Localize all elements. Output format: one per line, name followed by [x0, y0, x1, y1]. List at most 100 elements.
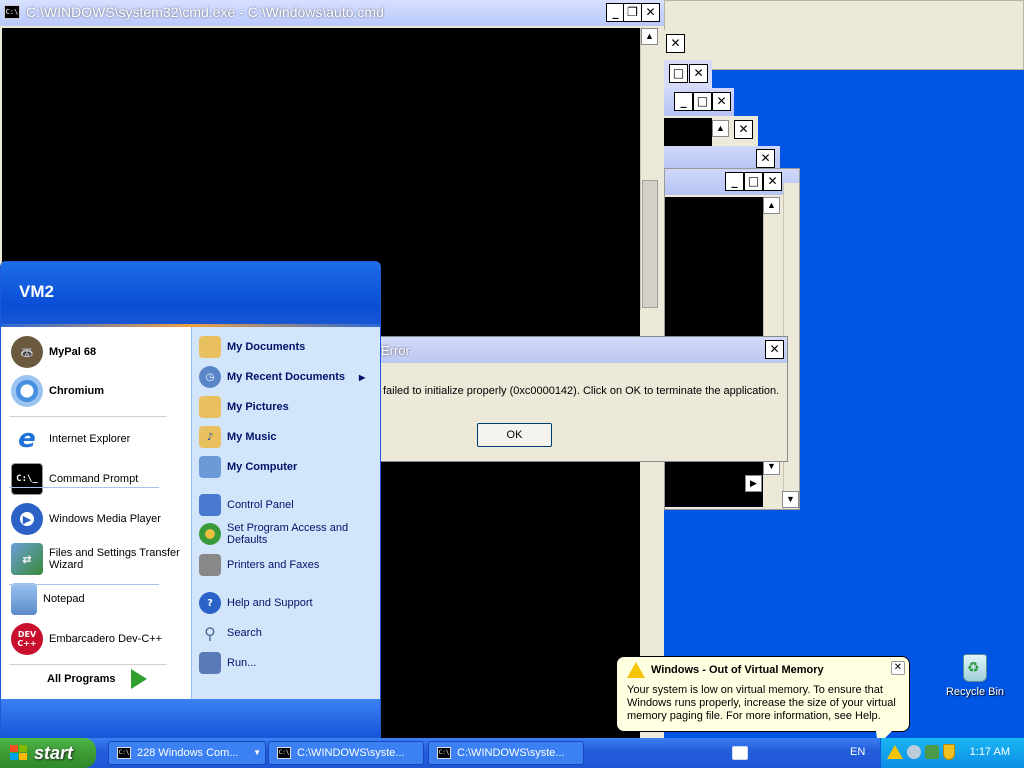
- menu-item-my-pictures[interactable]: My Pictures: [199, 396, 289, 418]
- scroll-up-icon[interactable]: ▲: [712, 120, 729, 137]
- background-window-panel: [664, 0, 1024, 70]
- taskbar: start C:\ 228 Windows Com... ▼ C:\ C:\WI…: [0, 738, 1024, 768]
- close-icon[interactable]: ✕: [641, 3, 660, 22]
- computer-icon: [199, 456, 221, 478]
- devcpp-icon: DEV C++: [11, 623, 43, 655]
- close-icon[interactable]: ✕: [734, 120, 753, 139]
- error-message: failed to initialize properly (0xc000014…: [383, 385, 780, 397]
- menu-item-recent-documents[interactable]: ◷ My Recent Documents ▶: [199, 366, 365, 388]
- clock[interactable]: 1:17 AM: [970, 746, 1010, 758]
- menu-item-devcpp[interactable]: DEV C++ Embarcadero Dev-C++: [11, 623, 162, 655]
- recycle-bin-icon: [963, 654, 987, 682]
- menu-item-search[interactable]: ⚲ Search: [199, 622, 262, 644]
- maximize-icon[interactable]: □: [669, 64, 688, 83]
- raccoon-icon: 🦝: [11, 336, 43, 368]
- warning-tray-icon[interactable]: [887, 745, 903, 759]
- menu-item-help[interactable]: ? Help and Support: [199, 592, 313, 614]
- transfer-icon: ⇄: [11, 543, 43, 575]
- scroll-right-icon[interactable]: ▶: [745, 475, 762, 492]
- error-title: Error: [381, 343, 410, 358]
- menu-item-my-documents[interactable]: My Documents: [199, 336, 305, 358]
- language-indicator[interactable]: EN: [850, 746, 865, 758]
- menu-item-run[interactable]: Run...: [199, 652, 256, 674]
- error-titlebar[interactable]: Error ✕: [379, 337, 787, 363]
- scroll-down-icon[interactable]: ▼: [782, 491, 799, 508]
- user-name: VM2: [19, 282, 54, 301]
- music-folder-icon: ♪: [199, 426, 221, 448]
- recent-docs-icon: ◷: [199, 366, 221, 388]
- all-programs-button[interactable]: All Programs: [47, 669, 148, 689]
- security-shield-icon[interactable]: [943, 744, 955, 760]
- cmd-icon: C:\_: [11, 463, 43, 495]
- menu-item-my-music[interactable]: ♪ My Music: [199, 426, 277, 448]
- ie-icon: e: [18, 424, 36, 454]
- balloon-notification[interactable]: Windows - Out of Virtual Memory ✕ Your s…: [616, 656, 910, 732]
- arrow-right-icon: [131, 669, 148, 689]
- audio-tray-icon[interactable]: [907, 745, 921, 759]
- cmd-titlebar[interactable]: C:\ C:\WINDOWS\system32\cmd.exe - C:\Win…: [0, 0, 664, 26]
- system-tray: 1:17 AM: [880, 738, 1024, 768]
- stacked-window-4[interactable]: ▲ ✕: [664, 116, 758, 148]
- close-icon[interactable]: ✕: [891, 661, 905, 675]
- search-icon: ⚲: [204, 623, 216, 643]
- taskbar-group-button[interactable]: C:\ 228 Windows Com... ▼: [108, 741, 266, 765]
- cmd-icon: C:\: [117, 747, 131, 759]
- warning-icon: [627, 662, 645, 678]
- show-desktop-icon[interactable]: [732, 746, 748, 760]
- menu-item-command-prompt[interactable]: C:\_ Command Prompt: [11, 463, 138, 495]
- close-icon[interactable]: ✕: [712, 92, 731, 111]
- chromium-icon: [11, 375, 43, 407]
- menu-item-transfer-wizard[interactable]: ⇄ Files and Settings Transfer Wizard: [11, 543, 183, 575]
- menu-item-printers[interactable]: Printers and Faxes: [199, 554, 319, 576]
- taskbar-window-button[interactable]: C:\ C:\WINDOWS\syste...: [428, 741, 584, 765]
- network-tray-icon[interactable]: [925, 745, 939, 759]
- submenu-arrow-icon: ▶: [358, 372, 366, 382]
- ok-button[interactable]: OK: [477, 423, 552, 447]
- menu-item-my-computer[interactable]: My Computer: [199, 456, 297, 478]
- windows-logo-icon: [10, 745, 27, 760]
- cmd-window-title: C:\WINDOWS\system32\cmd.exe - C:\Windows…: [26, 4, 384, 20]
- menu-item-internet-explorer[interactable]: e Internet Explorer: [11, 423, 130, 455]
- notepad-icon: [11, 583, 37, 615]
- cmd-icon: C:\: [437, 747, 451, 759]
- start-menu-footer: [1, 699, 380, 737]
- maximize-icon[interactable]: □: [693, 92, 712, 111]
- close-icon[interactable]: ✕: [689, 64, 708, 83]
- folder-icon: [199, 336, 221, 358]
- close-icon[interactable]: ✕: [765, 340, 784, 359]
- menu-item-program-access[interactable]: Set Program Access and Defaults: [199, 522, 357, 546]
- minimize-icon[interactable]: _: [674, 92, 693, 111]
- minimize-icon[interactable]: _: [725, 172, 744, 191]
- cmd-icon: C:\: [4, 5, 20, 19]
- close-icon[interactable]: ✕: [763, 172, 782, 191]
- balloon-text: Your system is low on virtual memory. To…: [627, 684, 896, 722]
- scroll-up-icon[interactable]: ▲: [641, 28, 658, 45]
- restore-icon[interactable]: ❐: [623, 3, 642, 22]
- control-panel-icon: [199, 494, 221, 516]
- maximize-icon[interactable]: □: [744, 172, 763, 191]
- close-icon[interactable]: ✕: [666, 34, 685, 53]
- start-menu-header: VM2: [1, 262, 380, 324]
- menu-item-chromium[interactable]: Chromium: [11, 375, 104, 407]
- taskbar-window-button[interactable]: C:\ C:\WINDOWS\syste...: [268, 741, 424, 765]
- menu-item-mypal[interactable]: 🦝 MyPal 68: [11, 336, 96, 368]
- run-icon: [199, 652, 221, 674]
- menu-item-control-panel[interactable]: Control Panel: [199, 494, 294, 516]
- scroll-thumb[interactable]: [642, 180, 658, 308]
- media-player-icon: ▶: [11, 503, 43, 535]
- close-icon[interactable]: ✕: [756, 149, 775, 168]
- pictures-folder-icon: [199, 396, 221, 418]
- help-icon: ?: [199, 592, 221, 614]
- cmd-icon: C:\: [277, 747, 291, 759]
- dropdown-arrow-icon: ▼: [253, 748, 261, 757]
- recycle-bin[interactable]: Recycle Bin: [944, 654, 1006, 698]
- menu-item-notepad[interactable]: Notepad: [11, 583, 85, 615]
- scroll-up-icon[interactable]: ▲: [763, 197, 780, 214]
- balloon-title: Windows - Out of Virtual Memory: [651, 664, 824, 676]
- error-dialog[interactable]: Error ✕ failed to initialize properly (0…: [378, 336, 788, 462]
- printer-icon: [199, 554, 221, 576]
- menu-item-media-player[interactable]: ▶ Windows Media Player: [11, 503, 161, 535]
- recycle-bin-label: Recycle Bin: [945, 686, 1005, 698]
- start-button[interactable]: start: [0, 738, 96, 768]
- program-access-icon: [199, 523, 221, 545]
